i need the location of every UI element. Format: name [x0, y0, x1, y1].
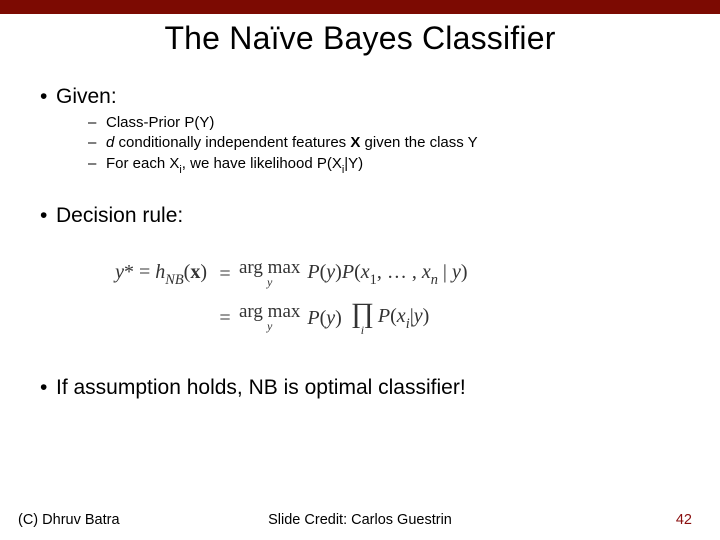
accent-bar: [0, 0, 720, 14]
eq-equals: =: [213, 307, 237, 330]
bullet-decision: • Decision rule:: [34, 204, 686, 228]
content-area: • Given: – Class-Prior P(Y) – d conditio…: [0, 57, 720, 400]
equation-block: y* = hNB(x) = arg max y P(y)P(x1, … , xn…: [86, 252, 686, 340]
bullet-decision-label: Decision rule:: [56, 204, 183, 228]
bullet-dot: •: [34, 376, 56, 400]
bullet-given: • Given:: [34, 85, 686, 109]
dash-icon: –: [88, 113, 106, 133]
sub-bullet: – For each Xi, we have likelihood P(Xi|Y…: [88, 154, 686, 177]
bullet-optimal-label: If assumption holds, NB is optimal class…: [56, 376, 466, 400]
sub-bullet-text: For each Xi, we have likelihood P(Xi|Y): [106, 154, 363, 177]
sub-bullets-given: – Class-Prior P(Y) – d conditionally ind…: [88, 113, 686, 176]
eq-rhs-2: arg max y P(y) ∏ i P(xi|y): [237, 301, 429, 336]
slide-title: The Naïve Bayes Classifier: [0, 20, 720, 57]
sub-bullet: – Class-Prior P(Y): [88, 113, 686, 133]
eq-equals: =: [213, 263, 237, 286]
equation-row-2: = arg max y P(y) ∏ i P(xi|y): [86, 296, 686, 340]
slide: The Naïve Bayes Classifier • Given: – Cl…: [0, 0, 720, 540]
dash-icon: –: [88, 154, 106, 174]
sub-bullet-text: Class-Prior P(Y): [106, 113, 214, 133]
argmax: arg max y: [237, 259, 302, 288]
dash-icon: –: [88, 133, 106, 153]
equation-row-1: y* = hNB(x) = arg max y P(y)P(x1, … , xn…: [86, 252, 686, 296]
eq-lhs: y* = hNB(x): [86, 261, 213, 288]
footer-page-number: 42: [676, 512, 692, 528]
argmax: arg max y: [237, 303, 302, 332]
bullet-dot: •: [34, 85, 56, 109]
bullet-optimal: • If assumption holds, NB is optimal cla…: [34, 376, 686, 400]
footer: (C) Dhruv Batra Slide Credit: Carlos Gue…: [0, 512, 720, 528]
sub-bullet-text: d conditionally independent features X g…: [106, 133, 478, 153]
eq-rhs-2-py: P(y): [302, 307, 346, 330]
footer-credit: Slide Credit: Carlos Guestrin: [268, 512, 452, 528]
bullet-given-label: Given:: [56, 85, 117, 109]
bullet-dot: •: [34, 204, 56, 228]
eq-rhs-1: arg max y P(y)P(x1, … , xn | y): [237, 259, 468, 288]
eq-rhs-2-pxi: P(xi|y): [378, 305, 429, 332]
eq-rhs-1-body: P(y)P(x1, … , xn | y): [302, 261, 467, 288]
footer-copyright: (C) Dhruv Batra: [18, 512, 120, 528]
product-symbol: ∏ i: [349, 301, 376, 336]
sub-bullet: – d conditionally independent features X…: [88, 133, 686, 153]
